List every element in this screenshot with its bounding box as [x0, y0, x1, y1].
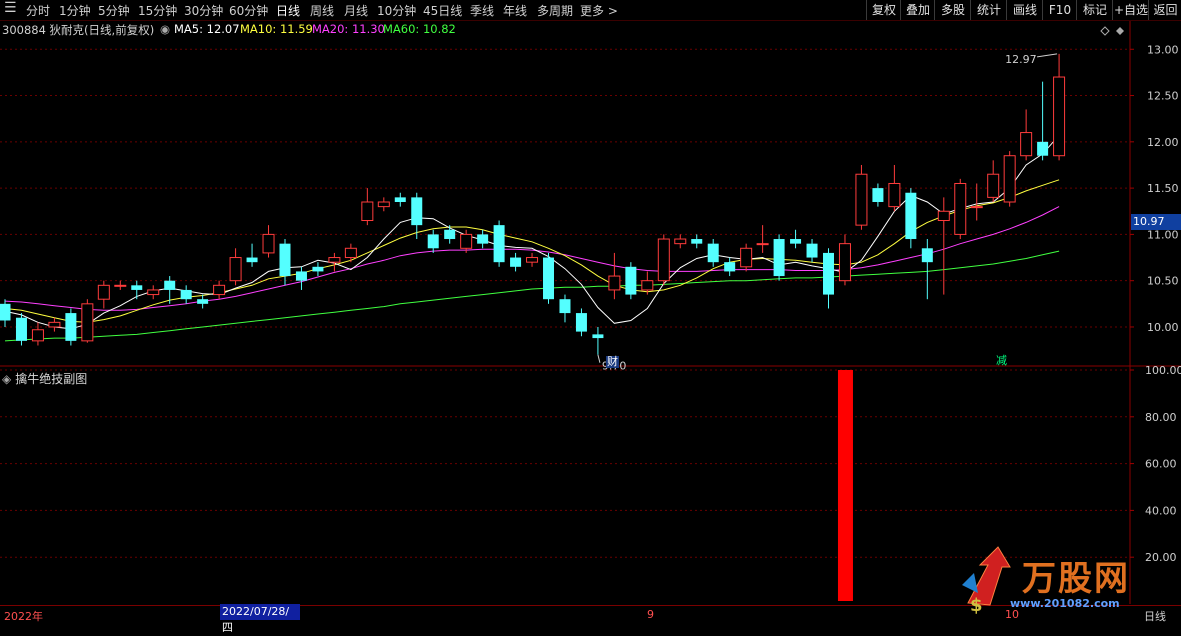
candle-body	[510, 257, 522, 267]
candle-body	[361, 201, 374, 222]
indicator-bar	[837, 370, 853, 601]
candle-body	[608, 275, 621, 291]
candle-body	[344, 247, 357, 259]
candle-body	[1020, 132, 1033, 157]
candle-body	[213, 284, 226, 296]
candle-body	[575, 313, 587, 332]
candle-body	[790, 239, 802, 244]
price-tick-label: 11.00	[1147, 228, 1179, 241]
watermark-logo: $ 万股网 www.201082.com	[960, 545, 1150, 615]
candle-body	[740, 247, 753, 268]
candle-body	[987, 173, 1000, 198]
price-tick-label: 10.00	[1147, 321, 1179, 334]
candle-body	[180, 289, 192, 300]
candle-body	[460, 233, 473, 249]
candle-body	[674, 238, 687, 245]
indicator-tick-label: 100.00	[1145, 364, 1181, 377]
indicator-tick-label: 80.00	[1145, 411, 1177, 424]
candle-body	[641, 280, 654, 291]
watermark-url: www.201082.com	[1010, 597, 1120, 610]
candle-body	[65, 313, 77, 341]
indicator-tick-label: 40.00	[1145, 504, 1177, 517]
candle-body	[15, 317, 27, 341]
reduce-marker[interactable]: 减	[996, 355, 1007, 367]
month-9-label: 9	[647, 608, 654, 621]
sub-chart-name: 擒牛绝技副图	[15, 372, 88, 386]
svg-text:$: $	[970, 595, 983, 615]
candle-body	[526, 257, 539, 263]
price-tick-label: 11.50	[1147, 182, 1179, 195]
candle-body	[592, 334, 604, 339]
candle-body	[1053, 76, 1066, 157]
ma5-line	[4, 134, 1060, 330]
candle-body	[970, 206, 983, 209]
candle-body	[279, 243, 291, 277]
price-tick-label: 10.50	[1147, 275, 1179, 288]
candle-body	[0, 303, 11, 321]
price-tick-label: 13.00	[1147, 43, 1179, 56]
candle-body	[855, 173, 868, 226]
candle-body	[493, 225, 505, 263]
candle-body	[773, 239, 785, 277]
candle-body	[295, 271, 307, 281]
year-label: 2022年	[4, 610, 43, 623]
candle-body	[1003, 155, 1016, 203]
candle-body	[48, 321, 61, 328]
candle-body	[394, 197, 406, 202]
ma10-line	[4, 179, 1060, 323]
candle-body	[377, 201, 390, 208]
high-price-label: 12.97	[1005, 53, 1037, 66]
candle-body	[707, 243, 719, 263]
finance-marker[interactable]: 财	[606, 356, 619, 368]
candle-body	[262, 233, 275, 254]
candle-body	[131, 285, 143, 290]
candle-body	[543, 257, 555, 300]
candle-body	[823, 252, 834, 295]
candle-body	[328, 257, 341, 263]
candle-body	[806, 243, 818, 258]
sub-chart-title[interactable]: ◈ 擒牛绝技副图	[2, 370, 87, 387]
candle-body	[164, 280, 176, 290]
diamond-filled-icon	[1116, 27, 1124, 35]
indicator-tick-label: 60.00	[1145, 458, 1177, 471]
current-price-badge: 10.97	[1131, 214, 1181, 230]
candle-body	[411, 197, 423, 226]
candle-body	[147, 289, 160, 296]
candle-body	[246, 257, 258, 263]
candle-body	[937, 210, 950, 222]
candle-body	[888, 182, 901, 208]
candle-body	[625, 266, 637, 295]
candle-body	[312, 266, 324, 272]
candle-body	[1037, 141, 1049, 156]
candle-body	[657, 238, 670, 282]
low-arrow-icon	[597, 354, 601, 363]
candle-body	[838, 243, 851, 282]
candle-body	[31, 329, 44, 342]
candle-body	[756, 243, 769, 246]
collapse-icon[interactable]: ◈	[2, 372, 11, 386]
candle-body	[444, 229, 456, 240]
candle-body	[872, 188, 884, 202]
price-tick-label: 12.00	[1147, 136, 1179, 149]
candle-body	[954, 182, 967, 235]
candle-body	[114, 284, 127, 287]
watermark-text: 万股网	[1022, 559, 1130, 599]
candle-body	[81, 303, 94, 342]
candle-body	[229, 257, 242, 282]
candle-body	[905, 192, 917, 240]
high-arrow-icon	[1037, 53, 1058, 58]
candle-body	[197, 299, 209, 304]
candle-body	[97, 284, 110, 300]
candle-body	[477, 234, 489, 244]
candle-body	[921, 248, 933, 263]
price-tick-label: 12.50	[1147, 90, 1179, 103]
cursor-date-label: 2022/07/28/四	[220, 604, 300, 634]
candle-body	[427, 234, 439, 249]
diamond-icon	[1100, 26, 1110, 36]
kline-chart[interactable]: 10.0010.5011.0011.5012.0012.5013.0020.00…	[0, 0, 1181, 623]
candle-body	[691, 239, 703, 244]
candle-body	[559, 299, 571, 314]
candle-body	[724, 262, 736, 272]
